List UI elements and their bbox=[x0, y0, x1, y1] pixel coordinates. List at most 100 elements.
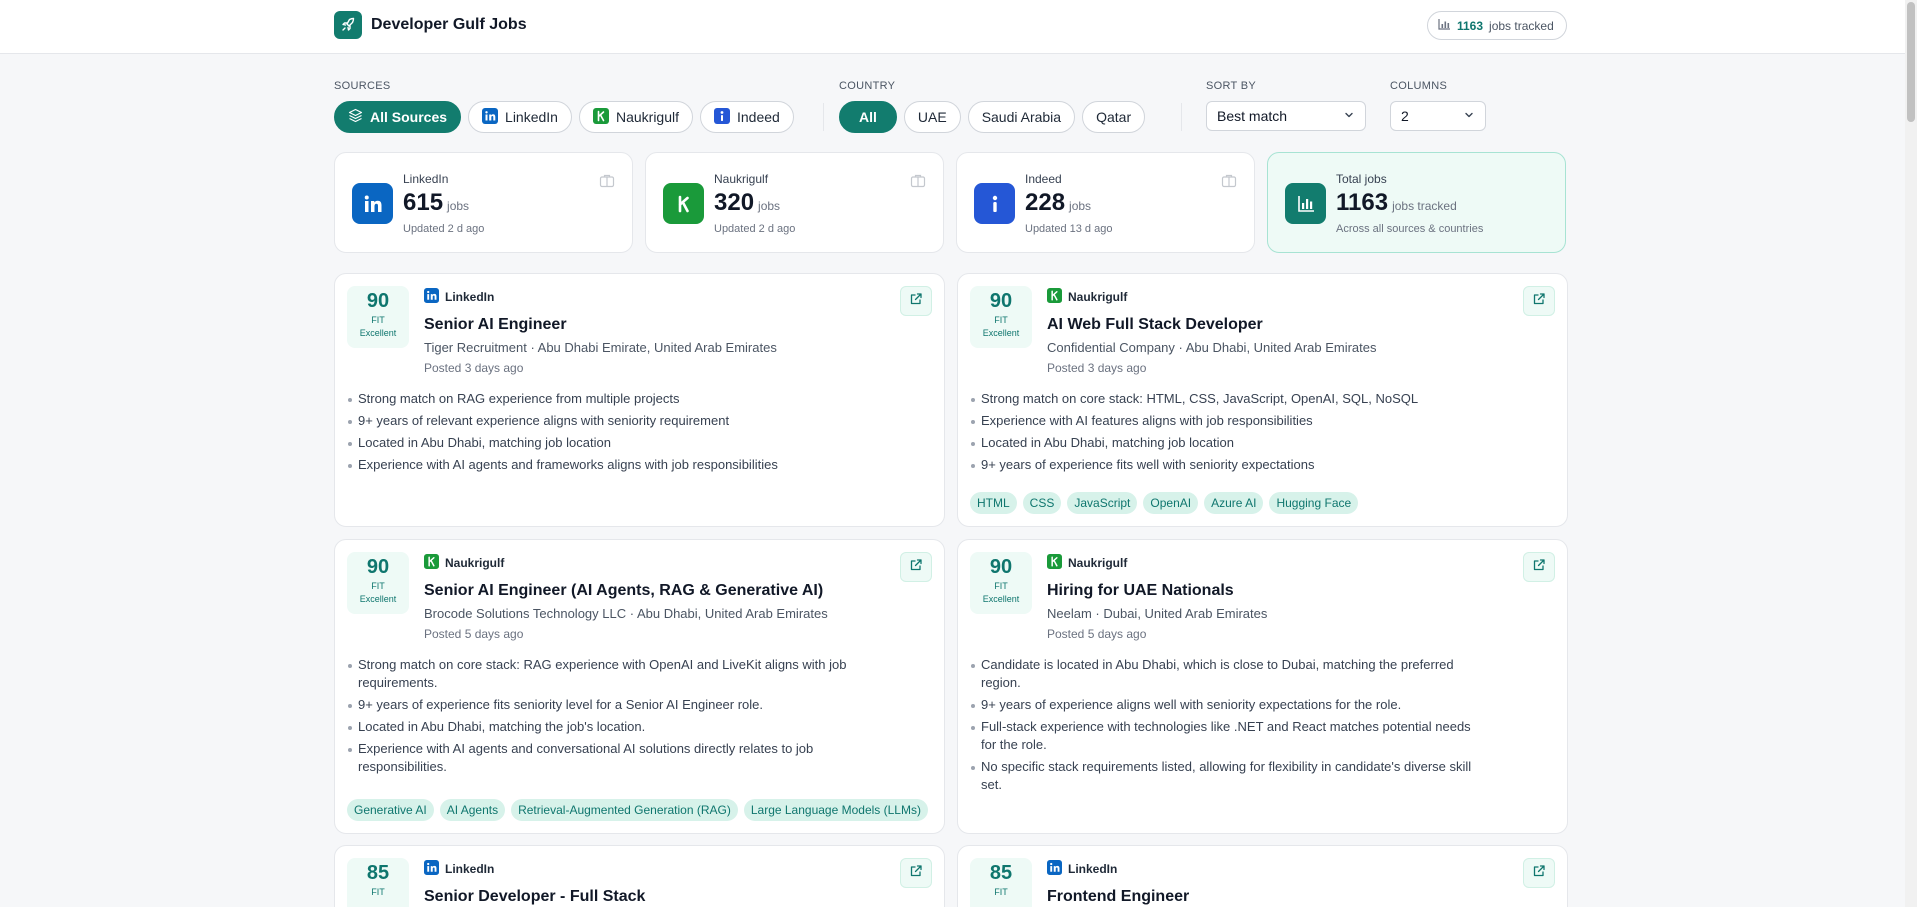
scrollbar-thumb[interactable] bbox=[1907, 2, 1915, 122]
job-company: Brocode Solutions Technology LLC · Abu D… bbox=[424, 606, 828, 621]
stat-card-naukrigulf[interactable]: Naukrigulf 320 jobs Updated 2 d ago bbox=[645, 152, 944, 253]
job-card[interactable]: 85 FIT LinkedIn Frontend Engineer bbox=[957, 845, 1568, 907]
job-card[interactable]: 90 FIT Excellent LinkedIn Senior AI Engi… bbox=[334, 273, 945, 527]
columns-label: COLUMNS bbox=[1390, 80, 1448, 92]
external-link-icon bbox=[909, 558, 923, 577]
skill-tag[interactable]: JavaScript bbox=[1067, 492, 1138, 514]
linkedin-icon bbox=[424, 860, 439, 878]
columns-select[interactable]: 2 bbox=[1390, 101, 1486, 131]
job-title[interactable]: Senior AI Engineer (AI Agents, RAG & Gen… bbox=[424, 582, 823, 600]
job-title[interactable]: Hiring for UAE Nationals bbox=[1047, 582, 1234, 600]
skill-tag[interactable]: Hugging Face bbox=[1269, 492, 1359, 514]
stat-name: Total jobs bbox=[1336, 172, 1387, 186]
list-item: 9+ years of relevant experience aligns w… bbox=[347, 412, 864, 430]
indeed-icon bbox=[714, 107, 730, 127]
briefcase-icon bbox=[910, 173, 926, 193]
skill-tag[interactable]: Large Language Models (LLMs) bbox=[743, 799, 928, 821]
match-reasons: Strong match on core stack: RAG experien… bbox=[347, 656, 864, 780]
naukrigulf-icon bbox=[592, 107, 609, 127]
open-job-button[interactable] bbox=[900, 858, 932, 888]
job-source: Naukrigulf bbox=[1047, 288, 1127, 306]
linkedin-icon bbox=[424, 288, 439, 306]
skill-tag[interactable]: OpenAI bbox=[1143, 492, 1199, 514]
job-title[interactable]: Senior Developer - Full Stack bbox=[424, 888, 645, 906]
skill-tag[interactable]: Azure AI bbox=[1204, 492, 1264, 514]
chevron-down-icon bbox=[1463, 108, 1475, 124]
job-posted-date: Posted 3 days ago bbox=[424, 361, 524, 375]
fit-score-badge: 85 FIT bbox=[347, 858, 409, 907]
job-posted-date: Posted 3 days ago bbox=[1047, 361, 1147, 375]
skill-tag[interactable]: Retrieval-Augmented Generation (RAG) bbox=[511, 799, 738, 821]
stat-name: Indeed bbox=[1025, 172, 1062, 186]
list-item: Experience with AI agents and conversati… bbox=[347, 740, 864, 776]
fit-score-badge: 85 FIT bbox=[970, 858, 1032, 907]
filter-divider bbox=[1181, 103, 1182, 131]
stat-card-total: Total jobs 1163 jobs tracked Across all s… bbox=[1267, 152, 1566, 253]
job-card[interactable]: 85 FIT LinkedIn Senior Developer - Full … bbox=[334, 845, 945, 907]
stat-count: 615 jobs bbox=[403, 189, 470, 216]
stat-updated: Updated 13 d ago bbox=[1025, 223, 1113, 235]
list-item: Candidate is located in Abu Dhabi, which… bbox=[970, 656, 1487, 692]
job-card[interactable]: 90 FIT Excellent Naukrigulf Senior AI En… bbox=[334, 539, 945, 834]
skill-tag[interactable]: CSS bbox=[1022, 492, 1062, 514]
open-job-button[interactable] bbox=[900, 552, 932, 582]
list-item: Full-stack experience with technologies … bbox=[970, 718, 1487, 754]
external-link-icon bbox=[909, 864, 923, 883]
list-item: Located in Abu Dhabi, matching job locat… bbox=[347, 434, 864, 452]
naukrigulf-icon bbox=[663, 183, 704, 224]
chip-label: Naukrigulf bbox=[615, 109, 679, 125]
brand[interactable]: Developer Gulf Jobs bbox=[334, 11, 527, 39]
job-card[interactable]: 90 FIT Excellent Naukrigulf AI Web Full … bbox=[957, 273, 1568, 527]
list-item: Located in Abu Dhabi, matching job locat… bbox=[970, 434, 1487, 452]
open-job-button[interactable] bbox=[1523, 286, 1555, 316]
chip-label: LinkedIn bbox=[505, 109, 558, 125]
list-item: 9+ years of experience fits well with se… bbox=[970, 456, 1487, 474]
country-chip-qatar[interactable]: Qatar bbox=[1082, 101, 1146, 133]
open-job-button[interactable] bbox=[900, 286, 932, 316]
country-label: COUNTRY bbox=[839, 80, 896, 92]
sort-select[interactable]: Best match bbox=[1206, 101, 1366, 131]
stat-card-linkedin[interactable]: LinkedIn 615 jobs Updated 2 d ago bbox=[334, 152, 633, 253]
briefcase-icon bbox=[1221, 173, 1237, 193]
source-chip-all[interactable]: All Sources bbox=[334, 101, 462, 133]
country-chip-all[interactable]: All bbox=[839, 101, 897, 133]
job-card[interactable]: 90 FIT Excellent Naukrigulf Hiring for U… bbox=[957, 539, 1568, 834]
job-source: Naukrigulf bbox=[1047, 554, 1127, 572]
chip-label: Indeed bbox=[737, 109, 780, 125]
source-chip-indeed[interactable]: Indeed bbox=[700, 101, 794, 133]
jobs-tracked-badge: 1163 jobs tracked bbox=[1427, 11, 1567, 40]
chip-label: All Sources bbox=[370, 109, 448, 125]
naukrigulf-icon bbox=[424, 554, 439, 572]
stat-card-indeed[interactable]: Indeed 228 jobs Updated 13 d ago bbox=[956, 152, 1255, 253]
country-chip-uae[interactable]: UAE bbox=[903, 101, 961, 133]
open-job-button[interactable] bbox=[1523, 858, 1555, 888]
page-scrollbar[interactable] bbox=[1905, 0, 1917, 907]
list-item: Strong match on core stack: HTML, CSS, J… bbox=[970, 390, 1487, 408]
source-chip-naukrigulf[interactable]: Naukrigulf bbox=[578, 101, 693, 133]
job-title[interactable]: Senior AI Engineer bbox=[424, 316, 567, 334]
bar-chart-icon bbox=[1438, 18, 1451, 33]
skill-tag[interactable]: Generative AI bbox=[347, 799, 434, 821]
top-bar: Developer Gulf Jobs 1163 jobs tracked bbox=[0, 0, 1905, 54]
bar-chart-icon bbox=[1285, 183, 1326, 224]
job-source: LinkedIn bbox=[424, 288, 494, 306]
job-title[interactable]: AI Web Full Stack Developer bbox=[1047, 316, 1263, 334]
stat-count: 320 jobs bbox=[714, 189, 781, 216]
job-posted-date: Posted 5 days ago bbox=[424, 627, 524, 641]
stat-name: LinkedIn bbox=[403, 172, 449, 186]
skill-tags: HTML CSS JavaScript OpenAI Azure AI Hugg… bbox=[970, 492, 1359, 514]
filter-divider bbox=[823, 103, 824, 131]
skill-tag[interactable]: HTML bbox=[970, 492, 1017, 514]
linkedin-icon bbox=[1047, 860, 1062, 878]
source-chip-linkedin[interactable]: LinkedIn bbox=[468, 101, 572, 133]
skill-tag[interactable]: AI Agents bbox=[439, 799, 506, 821]
open-job-button[interactable] bbox=[1523, 552, 1555, 582]
country-chip-saudi-arabia[interactable]: Saudi Arabia bbox=[967, 101, 1076, 133]
jobs-tracked-count: 1163 bbox=[1457, 18, 1484, 33]
job-company: Tiger Recruitment · Abu Dhabi Emirate, U… bbox=[424, 340, 777, 355]
sources-filter: All Sources LinkedIn Naukrigulf Indeed bbox=[334, 101, 794, 133]
country-filter: All UAE Saudi Arabia Qatar bbox=[839, 101, 1146, 133]
job-title[interactable]: Frontend Engineer bbox=[1047, 888, 1189, 906]
stat-count: 228 jobs bbox=[1025, 189, 1092, 216]
naukrigulf-icon bbox=[1047, 288, 1062, 306]
